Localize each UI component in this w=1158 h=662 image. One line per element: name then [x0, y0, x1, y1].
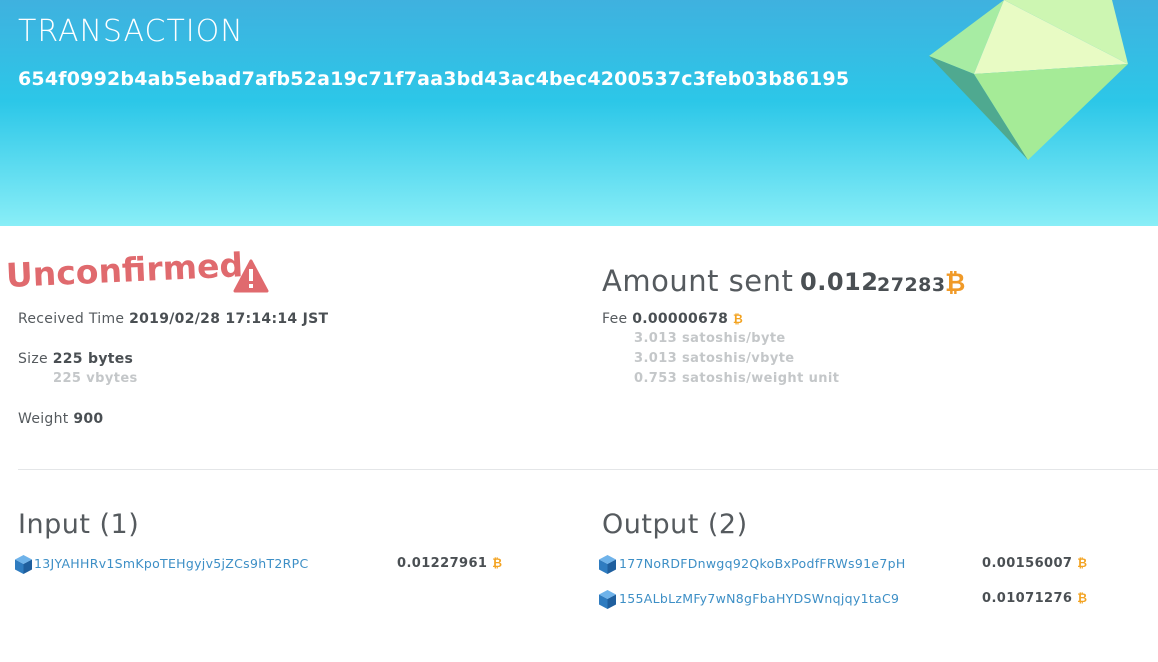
octahedron-gem-icon: [929, 0, 1128, 160]
bitcoin-icon: ₿: [732, 312, 744, 326]
address-cube-icon: [599, 555, 616, 574]
transaction-id: 654f0992b4ab5ebad7afb52a19c71f7aa3bd43ac…: [18, 68, 850, 90]
output-row: 155ALbLzMFy7wN8gFbaHYDSWnqjqy1taC9 0.010…: [599, 589, 1099, 609]
output-value: 0.01071276 ₿: [982, 591, 1087, 606]
fee-rate-vbyte: 3.013 satoshis/vbyte: [634, 351, 795, 366]
size-label: Size: [18, 351, 48, 367]
bitcoin-icon: ₿: [492, 556, 503, 570]
section-divider: [18, 469, 1158, 470]
tx-weight: Weight 900: [18, 411, 103, 427]
bitcoin-icon: ₿: [1077, 556, 1088, 570]
output-value-amount: 0.01071276: [982, 591, 1073, 606]
fee-rate-byte: 3.013 satoshis/byte: [634, 331, 786, 346]
output-value: 0.00156007 ₿: [982, 556, 1087, 571]
input-row: 13JYAHHRv1SmKpoTEHgyjv5jZCs9hT2RPC 0.012…: [15, 554, 515, 574]
fee-value: 0.00000678: [632, 311, 729, 327]
page-title: TRANSACTION: [18, 14, 244, 49]
output-address-link[interactable]: 155ALbLzMFy7wN8gFbaHYDSWnqjqy1taC9: [619, 591, 899, 606]
inputs-title: Input (1): [18, 509, 140, 540]
input-value-amount: 0.01227961: [397, 556, 488, 571]
size-vbytes: 225 vbytes: [53, 371, 138, 386]
warning-triangle-icon: [233, 259, 269, 293]
output-value-amount: 0.00156007: [982, 556, 1073, 571]
weight-label: Weight: [18, 411, 69, 427]
outputs-title: Output (2): [602, 509, 748, 540]
amount-sent-value-tail: 27283: [877, 274, 946, 296]
fee-rate-weight-unit: 0.753 satoshis/weight unit: [634, 371, 840, 386]
tx-size: Size 225 bytes: [18, 351, 133, 367]
address-cube-icon: [15, 555, 32, 574]
amount-sent-value-main: 0.012: [800, 268, 879, 296]
fee: Fee 0.00000678 ₿: [602, 311, 743, 327]
transaction-header: TRANSACTION 654f0992b4ab5ebad7afb52a19c7…: [0, 0, 1158, 226]
received-time-label: Received Time: [18, 311, 125, 327]
weight-value: 900: [73, 411, 104, 427]
received-time: Received Time 2019/02/28 17:14:14 JST: [18, 311, 328, 327]
size-value: 225 bytes: [52, 351, 134, 367]
bitcoin-icon: ₿: [945, 268, 966, 297]
amount-sent-label: Amount sent: [602, 264, 794, 298]
fee-label: Fee: [602, 311, 628, 327]
output-row: 177NoRDFDnwgq92QkoBxPodfFRWs91e7pH 0.001…: [599, 554, 1099, 574]
input-value: 0.01227961 ₿: [397, 556, 502, 571]
status-badge: Unconfirmed: [5, 245, 244, 295]
address-cube-icon: [599, 590, 616, 609]
input-address-link[interactable]: 13JYAHHRv1SmKpoTEHgyjv5jZCs9hT2RPC: [34, 556, 309, 571]
received-time-value: 2019/02/28 17:14:14 JST: [129, 311, 329, 327]
output-address-link[interactable]: 177NoRDFDnwgq92QkoBxPodfFRWs91e7pH: [619, 556, 906, 571]
bitcoin-icon: ₿: [1077, 591, 1088, 605]
